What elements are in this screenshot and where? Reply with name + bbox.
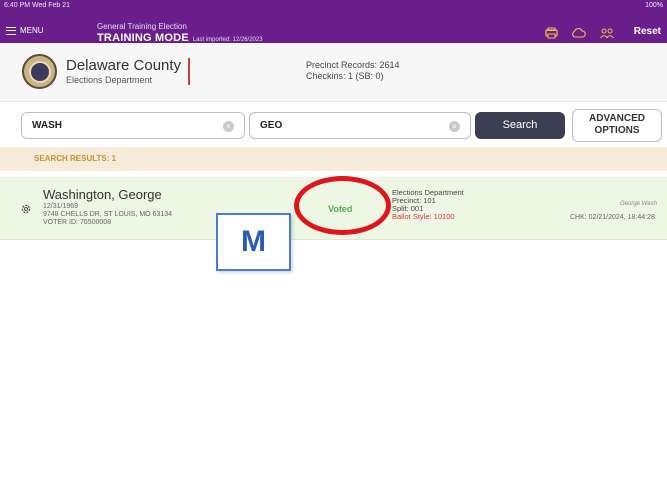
clear-first-name-icon[interactable]: × [449, 121, 460, 132]
voter-name: Washington, George [43, 187, 162, 202]
menu-label: MENU [20, 26, 44, 35]
voter-signature: George Wash [620, 201, 657, 207]
county-seal-logo [22, 54, 57, 89]
advanced-options-button[interactable]: ADVANCED OPTIONS [572, 109, 662, 142]
advanced-options-line2: OPTIONS [594, 125, 640, 136]
top-bar-icons [545, 27, 615, 39]
search-button[interactable]: Search [475, 112, 565, 139]
clear-last-name-icon[interactable]: × [223, 121, 234, 132]
cloud-icon[interactable] [571, 27, 586, 39]
advanced-options-line1: ADVANCED [589, 113, 645, 124]
hamburger-icon [6, 26, 16, 35]
app-top-bar: 6:40 PM Wed Feb 21 100% MENU General Tra… [0, 0, 667, 44]
election-name: General Training Election [97, 22, 187, 31]
county-header: Delaware County Elections Department Pre… [0, 43, 667, 102]
highlight-oval [294, 176, 391, 235]
users-icon[interactable] [599, 27, 615, 39]
status-bar-time: 6:40 PM Wed Feb 21 [4, 2, 71, 9]
checkin-timestamp: CHK: 02/21/2024, 18:44:28 [570, 214, 655, 221]
department-name: Elections Department [66, 75, 153, 85]
status-bar-battery: 100% [645, 2, 663, 9]
checkins-count: Checkins: 1 (SB: 0) [306, 71, 384, 81]
first-name-input[interactable] [260, 120, 440, 131]
search-results-count: SEARCH RESULTS: 1 [34, 154, 117, 163]
gear-icon[interactable] [20, 202, 32, 220]
search-results-bar: SEARCH RESULTS: 1 [0, 147, 667, 171]
county-name: Delaware County [66, 57, 182, 74]
precinct-records-count: Precinct Records: 2614 [306, 60, 400, 70]
voter-id: VOTER ID: 76500008 [43, 219, 112, 226]
voter-address: 9748 CHELLS DR, ST LOUIS, MO 63134 [43, 211, 173, 218]
reset-button[interactable]: Reset [634, 26, 661, 37]
voter-dob: 12/31/1969 [43, 203, 79, 210]
last-name-field[interactable]: × [21, 112, 245, 139]
marker-label-box: M [216, 213, 291, 271]
header-divider [188, 58, 190, 85]
last-name-input[interactable] [32, 120, 212, 131]
menu-button[interactable]: MENU [6, 26, 44, 35]
voter-ballot-style: Ballot Style: 10100 [392, 212, 455, 221]
print-icon[interactable] [545, 27, 558, 39]
first-name-field[interactable]: × [249, 112, 471, 139]
